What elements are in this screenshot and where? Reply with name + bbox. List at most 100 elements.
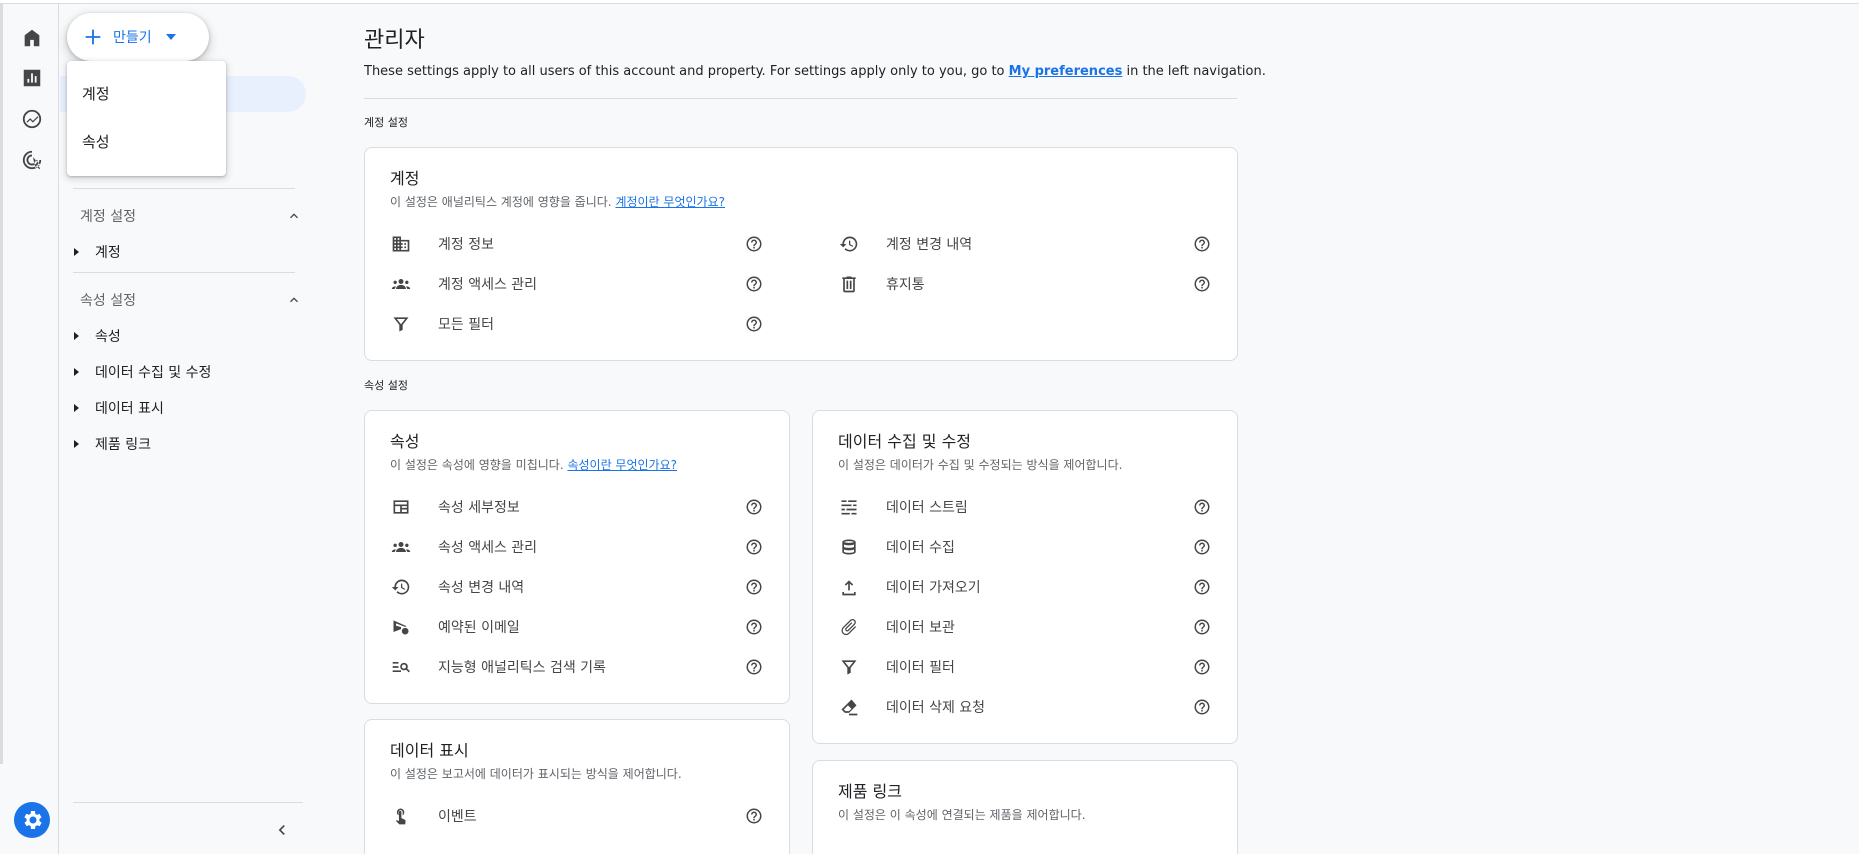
row-label: 속성 변경 내역 (438, 580, 525, 596)
card-title: 제품 링크 (838, 782, 902, 801)
filter-icon (838, 656, 860, 678)
events-row[interactable]: 이벤트 (390, 804, 477, 828)
expand-arrow-icon (74, 440, 79, 448)
menu-item-account[interactable]: 계정 (67, 69, 226, 117)
row-label: 계정 액세스 관리 (438, 277, 538, 293)
row-label: 계정 정보 (438, 237, 494, 253)
create-button[interactable]: 만들기 (67, 13, 209, 61)
history-icon (390, 576, 412, 598)
card-description: 이 설정은 애널리틱스 계정에 영향을 줍니다. 계정이란 무엇인가요? (390, 193, 725, 210)
card-description: 이 설정은 데이터가 수집 및 수정되는 방식을 제어합니다. (838, 458, 1123, 472)
what-is-property-link[interactable]: 속성이란 무엇인가요? (567, 458, 677, 472)
help-icon[interactable] (1193, 498, 1211, 516)
property-settings-section[interactable]: 속성 설정 (80, 288, 302, 312)
left-rail (0, 4, 59, 854)
nav-item-product-links[interactable]: 제품 링크 (72, 432, 151, 456)
account-access-row[interactable]: 계정 액세스 관리 (390, 272, 537, 296)
expand-arrow-icon (74, 404, 79, 412)
dropdown-caret-icon (165, 34, 176, 40)
help-icon[interactable] (745, 658, 763, 676)
help-icon[interactable] (1193, 698, 1211, 716)
help-icon[interactable] (1193, 235, 1211, 253)
data-retention-row[interactable]: 데이터 보관 (838, 615, 955, 639)
row-label: 휴지통 (886, 277, 925, 293)
account-settings-heading: 계정 설정 (364, 116, 408, 129)
card-title: 데이터 수집 및 수정 (838, 432, 972, 451)
help-icon[interactable] (745, 807, 763, 825)
analytics-search-history-row[interactable]: 지능형 애널리틱스 검색 기록 (390, 655, 606, 679)
advertising-icon[interactable] (20, 148, 44, 172)
expand-arrow-icon (74, 248, 79, 256)
data-import-row[interactable]: 데이터 가져오기 (838, 575, 981, 599)
expand-arrow-icon (74, 368, 79, 376)
help-icon[interactable] (745, 235, 763, 253)
nav-divider (73, 272, 295, 273)
reports-icon[interactable] (20, 66, 44, 90)
expand-arrow-icon (74, 332, 79, 340)
nav-item-account[interactable]: 계정 (72, 240, 121, 264)
data-deletion-requests-row[interactable]: 데이터 삭제 요청 (838, 695, 985, 719)
trash-icon (838, 273, 860, 295)
nav-item-data-display[interactable]: 데이터 표시 (72, 396, 164, 420)
property-change-history-row[interactable]: 속성 변경 내역 (390, 575, 524, 599)
trash-row[interactable]: 휴지통 (838, 272, 925, 296)
help-icon[interactable] (1193, 578, 1211, 596)
data-display-card: 데이터 표시 이 설정은 보고서에 데이터가 표시되는 방식을 제어합니다. 이… (364, 719, 790, 854)
help-icon[interactable] (745, 275, 763, 293)
what-is-account-link[interactable]: 계정이란 무엇인가요? (615, 195, 725, 209)
help-icon[interactable] (1193, 618, 1211, 636)
desc-text: 이 설정은 속성에 영향을 미칩니다. (390, 458, 568, 472)
account-change-history-row[interactable]: 계정 변경 내역 (838, 232, 972, 256)
all-filters-row[interactable]: 모든 필터 (390, 312, 494, 336)
row-label: 모든 필터 (438, 317, 494, 333)
rail-edge (0, 4, 3, 764)
data-streams-row[interactable]: 데이터 스트림 (838, 495, 968, 519)
account-settings-section[interactable]: 계정 설정 (80, 204, 302, 228)
admin-gear-icon[interactable] (14, 802, 50, 838)
product-links-card: 제품 링크 이 설정은 이 속성에 연결되는 제품을 제어합니다. (812, 760, 1238, 854)
help-icon[interactable] (1193, 275, 1211, 293)
row-label: 데이터 삭제 요청 (886, 700, 986, 716)
history-icon (838, 233, 860, 255)
help-icon[interactable] (1193, 538, 1211, 556)
data-filters-row[interactable]: 데이터 필터 (838, 655, 955, 679)
help-icon[interactable] (745, 498, 763, 516)
row-label: 계정 변경 내역 (886, 237, 973, 253)
page-description: These settings apply to all users of thi… (364, 64, 1266, 79)
property-settings-heading: 속성 설정 (364, 379, 408, 392)
nav-item-label: 데이터 표시 (95, 401, 164, 417)
scheduled-email-icon (390, 616, 412, 638)
property-details-row[interactable]: 속성 세부정보 (390, 495, 520, 519)
row-label: 속성 세부정보 (438, 500, 520, 516)
title-divider (364, 98, 1237, 99)
scheduled-emails-row[interactable]: 예약된 이메일 (390, 615, 520, 639)
row-label: 데이터 필터 (886, 660, 955, 676)
nav-item-label: 속성 (95, 329, 121, 345)
admin-nav: 만들기 계정 속성 계정 설정 계정 속성 설정 속성 데이터 수집 및 수정 … (60, 4, 316, 854)
desc-text: These settings apply to all users of thi… (364, 64, 1009, 79)
menu-item-property[interactable]: 속성 (67, 117, 226, 165)
row-label: 이벤트 (438, 809, 477, 825)
admin-main: 관리자 These settings apply to all users of… (364, 4, 1266, 854)
data-stream-icon (838, 496, 860, 518)
home-icon[interactable] (20, 26, 44, 50)
nav-item-property[interactable]: 속성 (72, 324, 121, 348)
help-icon[interactable] (1193, 658, 1211, 676)
section-label: 계정 설정 (80, 209, 136, 225)
explore-icon[interactable] (20, 107, 44, 131)
help-icon[interactable] (745, 315, 763, 333)
nav-item-data-collection[interactable]: 데이터 수집 및 수정 (72, 360, 211, 384)
nav-item-label: 계정 (95, 245, 121, 261)
account-details-row[interactable]: 계정 정보 (390, 232, 494, 256)
card-description: 이 설정은 이 속성에 연결되는 제품을 제어합니다. (838, 808, 1086, 822)
help-icon[interactable] (745, 578, 763, 596)
data-collection-row[interactable]: 데이터 수집 (838, 535, 955, 559)
collapse-nav-button[interactable] (272, 820, 292, 840)
my-preferences-link[interactable]: My preferences (1009, 64, 1123, 79)
eraser-icon (838, 696, 860, 718)
nav-divider (73, 188, 295, 189)
plus-icon (81, 25, 105, 49)
property-access-row[interactable]: 속성 액세스 관리 (390, 535, 537, 559)
help-icon[interactable] (745, 538, 763, 556)
help-icon[interactable] (745, 618, 763, 636)
